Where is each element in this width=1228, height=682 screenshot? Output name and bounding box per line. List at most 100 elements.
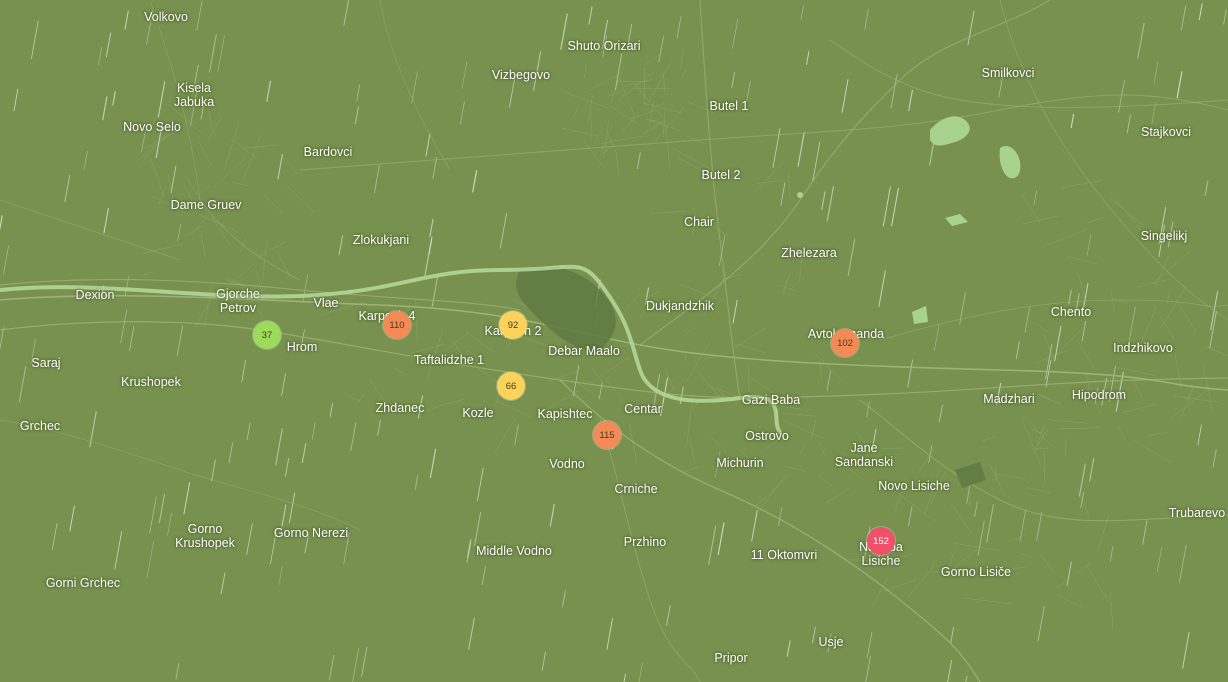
- street-segment: [497, 401, 533, 419]
- street-segment: [648, 59, 673, 103]
- street-segment: [141, 243, 184, 255]
- street-segment: [759, 472, 789, 510]
- street-segment: [1047, 419, 1088, 424]
- rain-streak: [466, 541, 472, 563]
- rain-streak: [1036, 512, 1043, 542]
- rain-streak: [812, 626, 816, 644]
- rain-streak: [866, 631, 873, 659]
- street-segment: [239, 236, 247, 253]
- street-segment: [1077, 340, 1095, 370]
- rain-streak: [1167, 221, 1174, 248]
- street-segment: [678, 157, 707, 174]
- rain-streak: [175, 663, 180, 680]
- street-segment: [1117, 424, 1126, 441]
- rain-streak: [329, 402, 333, 418]
- street-segment: [1026, 486, 1051, 494]
- rain-streak: [481, 566, 486, 585]
- street-segment: [610, 65, 625, 104]
- rain-streak: [1089, 458, 1095, 482]
- rain-streak: [468, 617, 475, 650]
- street-segment: [799, 445, 806, 455]
- street-segment: [1121, 404, 1156, 413]
- street-segment: [370, 413, 380, 423]
- street-segment: [1086, 216, 1104, 224]
- street-segment: [187, 179, 199, 196]
- street-segment: [655, 106, 685, 142]
- street-segment: [650, 290, 662, 297]
- street-segment: [426, 356, 465, 369]
- aqi-station-marker[interactable]: 152: [867, 527, 895, 555]
- street-segment: [1133, 439, 1172, 464]
- rain-streak: [417, 395, 424, 419]
- street-segment: [783, 413, 816, 417]
- street-segment: [639, 309, 647, 318]
- street-segment: [982, 436, 997, 442]
- street-segment: [854, 430, 882, 463]
- street-segment: [183, 183, 197, 210]
- rain-streak: [1033, 190, 1037, 205]
- rain-streak: [424, 236, 433, 277]
- street-segment: [190, 213, 210, 235]
- street-segment: [644, 103, 683, 114]
- street-segment: [740, 449, 750, 460]
- rain-streak: [429, 218, 434, 238]
- street-segment: [817, 475, 833, 487]
- street-segment: [948, 548, 978, 572]
- street-segment: [167, 103, 202, 133]
- rain-streak: [533, 51, 542, 91]
- park-areas: [516, 266, 986, 488]
- aqi-station-marker[interactable]: 115: [593, 421, 621, 449]
- street-segment: [953, 543, 1001, 551]
- street-segment: [414, 296, 418, 340]
- street-segment: [682, 466, 699, 473]
- street-segment: [1137, 278, 1170, 288]
- aqi-station-marker[interactable]: 66: [497, 372, 525, 400]
- rain-streak: [1118, 79, 1125, 113]
- street-segment: [1109, 197, 1144, 226]
- rain-streak: [812, 141, 821, 182]
- street-segment: [200, 185, 210, 193]
- street-segment: [369, 379, 394, 415]
- street-segment: [140, 271, 153, 277]
- rain-streak: [1126, 114, 1132, 134]
- street-segment: [212, 157, 247, 189]
- street-segment: [686, 340, 712, 383]
- street-segment: [665, 299, 669, 318]
- street-segment: [811, 418, 817, 440]
- rain-streak: [196, 0, 203, 31]
- rain-streak: [708, 525, 717, 566]
- street-segment: [608, 89, 625, 97]
- rain-streak: [908, 89, 913, 112]
- rain-streak: [800, 5, 804, 20]
- street-segment: [553, 346, 579, 356]
- rain-streak: [715, 450, 721, 478]
- rain-streak: [338, 235, 344, 256]
- map-view[interactable]: Volkovo Shuto Orizari Vizbegovo Smilkovci Ki…: [0, 0, 1228, 682]
- rain-streak: [826, 186, 835, 222]
- street-segment: [223, 123, 240, 171]
- aqi-station-marker[interactable]: 102: [831, 329, 859, 357]
- rain-streak: [102, 96, 108, 121]
- street-segment: [519, 335, 552, 348]
- street-segment: [991, 575, 1003, 578]
- rain-streak: [425, 133, 431, 157]
- street-segment: [663, 108, 666, 138]
- street-segment: [1032, 447, 1049, 450]
- street-segment: [1065, 255, 1098, 265]
- rain-streak: [826, 370, 832, 391]
- street-segment: [208, 112, 213, 130]
- street-segment: [583, 140, 604, 168]
- rain-streak: [938, 404, 943, 423]
- aqi-station-marker[interactable]: 92: [499, 311, 527, 339]
- rain-streak: [176, 325, 184, 357]
- rain-streak: [472, 170, 478, 193]
- aqi-station-marker[interactable]: 110: [383, 311, 411, 339]
- rain-streak: [373, 165, 380, 194]
- rain-streak: [30, 20, 39, 60]
- street-segment: [812, 351, 843, 381]
- rain-streak: [112, 91, 116, 106]
- rain-streak: [777, 507, 783, 527]
- street-segment: [687, 101, 714, 114]
- aqi-station-marker[interactable]: 37: [253, 321, 281, 349]
- street-segment: [588, 74, 619, 92]
